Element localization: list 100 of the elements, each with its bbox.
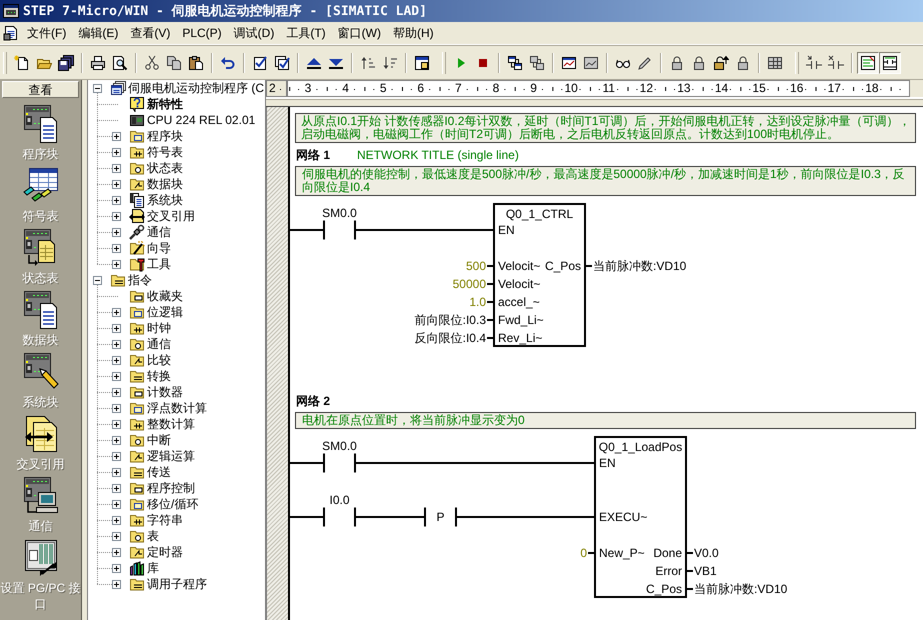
tree-item[interactable]: CPU 224 REL 02.01 xyxy=(147,112,256,128)
expand-icon[interactable] xyxy=(112,468,120,476)
contact-arrow-icon xyxy=(806,54,822,70)
folder-icon xyxy=(129,368,145,384)
pin-name: C_Pos xyxy=(646,582,682,596)
contact-cross-icon xyxy=(828,54,844,70)
tree-item[interactable]: 数据块 xyxy=(147,176,183,192)
tree-item[interactable]: 通信 xyxy=(147,336,171,352)
tree-item[interactable]: 程序块 xyxy=(147,128,183,144)
pin-name: EN xyxy=(498,223,515,237)
toolbar-button[interactable] xyxy=(857,52,879,74)
tree-item[interactable]: 交叉引用 xyxy=(147,208,195,224)
expand-icon[interactable] xyxy=(112,244,120,252)
tree-item[interactable]: 工具 xyxy=(147,256,171,272)
tree-item[interactable]: 位逻辑 xyxy=(147,304,183,320)
plc-document-icon xyxy=(22,290,58,330)
tree-item[interactable]: 定时器 xyxy=(147,544,183,560)
tree-item[interactable]: 时钟 xyxy=(147,320,171,336)
expand-icon[interactable] xyxy=(112,500,120,508)
tree-item[interactable]: 表 xyxy=(147,528,159,544)
ruler-number: 14 xyxy=(714,81,730,96)
tree-item[interactable]: 调用子程序 xyxy=(147,576,207,592)
expand-icon[interactable] xyxy=(112,180,120,188)
tree-item[interactable]: 整数计算 xyxy=(147,416,195,432)
collapse-icon[interactable] xyxy=(92,276,102,284)
tree-item[interactable]: 传送 xyxy=(147,464,171,480)
tree-item[interactable]: 计数器 xyxy=(147,384,183,400)
expand-icon[interactable] xyxy=(112,420,120,428)
expand-icon[interactable] xyxy=(112,580,120,588)
folder-icon xyxy=(110,272,126,288)
tree-item[interactable]: 通信 xyxy=(147,224,171,240)
linked-windows-icon xyxy=(529,54,545,70)
tree-item[interactable]: 中断 xyxy=(147,432,171,448)
expand-icon[interactable] xyxy=(112,196,120,204)
ruler-number: 4 xyxy=(341,81,350,96)
expand-icon[interactable] xyxy=(112,356,120,364)
expand-icon[interactable] xyxy=(112,260,120,268)
tree-item[interactable]: 状态表 xyxy=(147,160,183,176)
pin-name: New_P~ xyxy=(599,546,645,560)
expand-icon[interactable] xyxy=(112,372,120,380)
expand-icon[interactable] xyxy=(112,484,120,492)
tree-item[interactable]: 程序控制 xyxy=(147,480,195,496)
expand-icon[interactable] xyxy=(112,388,120,396)
collapse-icon[interactable] xyxy=(92,84,102,92)
menu-item[interactable]: 窗口(W) xyxy=(332,24,387,42)
tree-item[interactable]: 移位/循环 xyxy=(147,496,198,512)
expand-icon[interactable] xyxy=(112,564,120,572)
expand-icon[interactable] xyxy=(112,340,120,348)
expand-icon[interactable] xyxy=(112,212,120,220)
tree-item[interactable]: 字符串 xyxy=(147,512,183,528)
document-icon[interactable] xyxy=(3,25,19,41)
menu-item[interactable]: 查看(V) xyxy=(124,24,176,42)
expand-icon[interactable] xyxy=(112,516,120,524)
expand-icon[interactable] xyxy=(112,532,120,540)
pin-name: Rev_Li~ xyxy=(498,331,542,345)
contact-address: SM0.0 xyxy=(322,206,357,220)
tree-item[interactable]: 新特性 xyxy=(147,96,183,112)
tree-item[interactable]: 比较 xyxy=(147,352,171,368)
folder-icon xyxy=(129,480,145,496)
menu-item[interactable]: 编辑(E) xyxy=(72,24,124,42)
menu-item[interactable]: 文件(F) xyxy=(21,24,72,42)
clipboard-icon xyxy=(188,54,204,70)
expand-icon[interactable] xyxy=(112,164,120,172)
folder-icon xyxy=(129,288,145,304)
contact-icon xyxy=(323,508,356,526)
expand-icon[interactable] xyxy=(112,308,120,316)
expand-icon[interactable] xyxy=(112,548,120,556)
network-label: 网络 1 xyxy=(296,148,332,162)
tree-item[interactable]: 浮点数计算 xyxy=(147,400,207,416)
pin-wire xyxy=(586,265,592,267)
tree-item[interactable]: 逻辑运算 xyxy=(147,448,195,464)
pin-wire xyxy=(687,552,693,554)
expand-icon[interactable] xyxy=(112,452,120,460)
expand-icon[interactable] xyxy=(112,132,120,140)
pin-name: Error xyxy=(655,564,682,578)
tree-item[interactable]: 向导 xyxy=(147,240,171,256)
pin-operand: 当前脉冲数:VD10 xyxy=(593,259,686,273)
documents-arrow-icon xyxy=(22,414,58,454)
expand-icon[interactable] xyxy=(112,404,120,412)
tree-item[interactable]: 转换 xyxy=(147,368,171,384)
tree-item[interactable]: 收藏夹 xyxy=(147,288,183,304)
pin-operand: 500 xyxy=(466,259,486,273)
tree-item[interactable]: 系统块 xyxy=(147,192,183,208)
toolbar-button[interactable] xyxy=(879,52,901,74)
expand-icon[interactable] xyxy=(112,148,120,156)
tree-item[interactable]: 伺服电机运动控制程序 (C xyxy=(128,80,264,96)
menu-item[interactable]: PLC(P) xyxy=(176,24,228,42)
panel-header-button[interactable]: 查看 xyxy=(2,81,79,98)
tree-item[interactable]: 符号表 xyxy=(147,144,183,160)
expand-icon[interactable] xyxy=(112,324,120,332)
padlock-icon xyxy=(691,54,707,70)
expand-icon[interactable] xyxy=(112,436,120,444)
menu-item[interactable]: 工具(T) xyxy=(280,24,332,42)
folder-icon xyxy=(129,544,145,560)
padlock-icon xyxy=(669,54,685,70)
menu-item[interactable]: 帮助(H) xyxy=(387,24,440,42)
menu-item[interactable]: 调试(D) xyxy=(228,24,280,42)
expand-icon[interactable] xyxy=(112,228,120,236)
tree-item[interactable]: 指令 xyxy=(128,272,152,288)
tree-item[interactable]: 库 xyxy=(147,560,159,576)
